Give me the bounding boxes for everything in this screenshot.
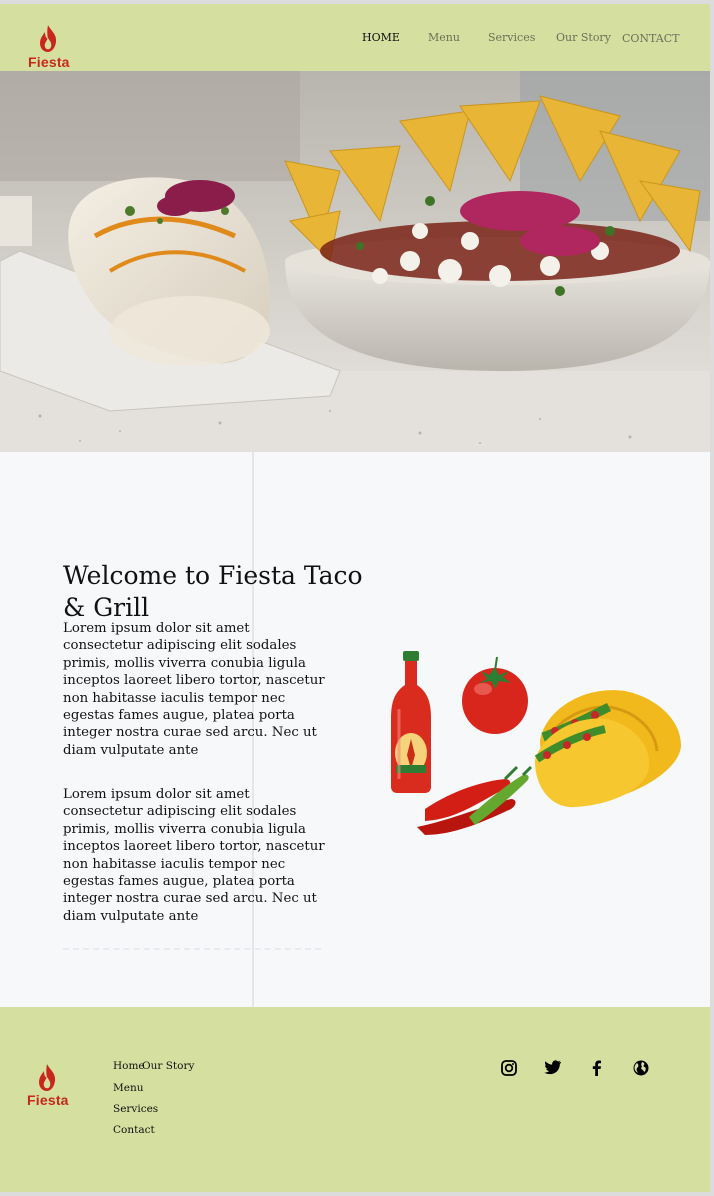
footer-link-menu[interactable]: Menu [113,1082,144,1094]
footer-logo[interactable]: Fiesta [27,1063,69,1111]
flame-icon [40,25,57,52]
nav-contact[interactable]: CONTACT [622,32,680,45]
nav-services[interactable]: Services [488,31,535,44]
mexican-food-illustration [391,651,681,835]
welcome-heading: Welcome to Fiesta Taco & Grill [63,561,363,622]
nav-home[interactable]: HOME [362,31,400,44]
tacos-icon [534,690,681,808]
twitter-icon[interactable] [544,1059,562,1077]
footer-link-contact[interactable]: Contact [113,1124,155,1136]
header-logo[interactable]: Fiesta [28,24,70,72]
hero-food-photo [0,71,710,452]
welcome-paragraph-2: Lorem ipsum dolor sit amet consectetur a… [63,787,325,924]
nav-our-story[interactable]: Our Story [556,31,611,44]
site-footer: Fiesta Home Our Story Menu Services Cont… [0,1007,710,1192]
nav-menu[interactable]: Menu [428,31,460,44]
dashed-divider [63,948,321,950]
globe-icon[interactable] [632,1059,650,1077]
welcome-paragraph-1: Lorem ipsum dolor sit amet consectetur a… [63,621,325,758]
site-header: Fiesta HOME Menu Services Our Story CONT… [0,4,710,71]
footer-link-services[interactable]: Services [113,1103,158,1115]
hero-image [0,71,710,452]
logo-text: Fiesta [27,1092,69,1108]
flame-icon [39,1064,56,1091]
footer-link-home[interactable]: Home [113,1060,145,1072]
chili-peppers-icon [417,765,533,835]
footer-link-our-story[interactable]: Our Story [142,1060,194,1072]
instagram-icon[interactable] [500,1059,518,1077]
logo-text: Fiesta [28,54,70,70]
tomato-icon [462,656,528,734]
facebook-icon[interactable] [588,1059,606,1077]
hot-sauce-icon [391,651,431,793]
page: Fiesta HOME Menu Services Our Story CONT… [0,4,710,1192]
